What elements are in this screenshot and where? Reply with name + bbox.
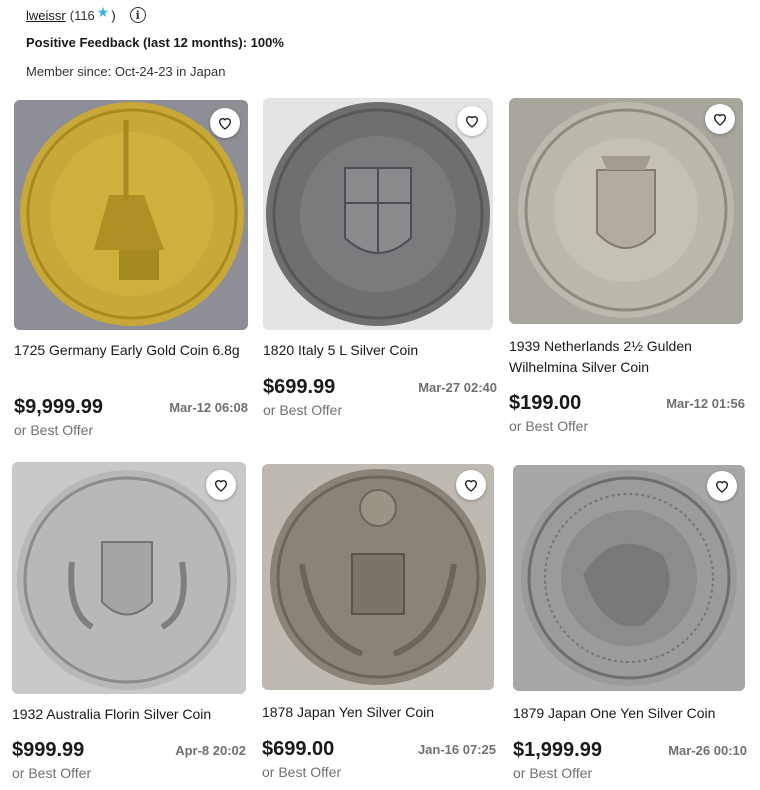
positive-feedback: Positive Feedback (last 12 months): 100% — [26, 35, 284, 50]
listing-image[interactable] — [513, 465, 745, 691]
listing-image[interactable] — [262, 464, 494, 690]
heart-icon — [465, 116, 479, 128]
listing-title[interactable]: 1939 Netherlands 2½ Gulden Wilhelmina Si… — [509, 336, 739, 378]
listing-price: $699.99 — [263, 376, 336, 398]
member-since: Member since: Oct-24-23 in Japan — [26, 64, 226, 79]
watch-heart-button[interactable] — [705, 104, 735, 134]
listing-card[interactable]: 1725 Germany Early Gold Coin 6.8g $9,999… — [14, 100, 250, 445]
listing-title[interactable]: 1932 Australia Florin Silver Coin — [12, 704, 242, 725]
best-offer-label: or Best Offer — [262, 764, 342, 780]
watch-heart-button[interactable] — [457, 106, 487, 136]
listing-time-left: Apr-8 20:02 — [175, 743, 246, 758]
listing-card[interactable]: 1879 Japan One Yen Silver Coin $1,999.99… — [513, 465, 749, 787]
coin-image-5 — [262, 464, 494, 690]
coin-image-1 — [14, 100, 248, 330]
best-offer-label: or Best Offer — [513, 765, 593, 781]
listing-price: $699.00 — [262, 738, 335, 760]
heart-icon — [715, 481, 729, 493]
listing-time-left: Jan-16 07:25 — [417, 742, 496, 757]
best-offer-label: or Best Offer — [12, 765, 92, 781]
listing-title[interactable]: 1879 Japan One Yen Silver Coin — [513, 703, 743, 724]
coin-image-3 — [509, 98, 743, 324]
listing-title[interactable]: 1820 Italy 5 L Silver Coin — [263, 340, 493, 361]
listing-price: $199.00 — [509, 392, 582, 414]
heart-icon — [214, 480, 228, 492]
listing-card[interactable]: 1932 Australia Florin Silver Coin $999.9… — [12, 462, 248, 787]
listing-price: $1,999.99 — [513, 739, 602, 761]
best-offer-label: or Best Offer — [263, 402, 343, 418]
best-offer-label: or Best Offer — [14, 422, 94, 438]
listing-time-left: Mar-12 06:08 — [169, 400, 248, 415]
listing-image[interactable] — [509, 98, 743, 324]
watch-heart-button[interactable] — [707, 471, 737, 501]
listing-price: $9,999.99 — [14, 396, 103, 418]
watch-heart-button[interactable] — [206, 470, 236, 500]
listing-title[interactable]: 1725 Germany Early Gold Coin 6.8g — [14, 340, 244, 361]
heart-icon — [464, 480, 478, 492]
watch-heart-button[interactable] — [456, 470, 486, 500]
seller-header: lweissr (116 ★ ) i — [26, 4, 726, 26]
coin-image-6 — [513, 465, 745, 691]
listing-card[interactable]: 1820 Italy 5 L Silver Coin $699.99 Mar-2… — [263, 98, 499, 423]
seller-name-link[interactable]: lweissr — [26, 8, 66, 23]
listing-time-left: Mar-12 01:56 — [666, 396, 745, 411]
feedback-score-close: ) — [111, 7, 116, 23]
listing-time-left: Mar-27 02:40 — [418, 380, 497, 395]
listing-image[interactable] — [263, 98, 493, 330]
heart-icon — [218, 118, 232, 130]
listing-card[interactable]: 1939 Netherlands 2½ Gulden Wilhelmina Si… — [509, 98, 745, 438]
listing-price: $999.99 — [12, 739, 85, 761]
listing-card[interactable]: 1878 Japan Yen Silver Coin $699.00 Jan-1… — [262, 464, 498, 786]
listing-title[interactable]: 1878 Japan Yen Silver Coin — [262, 702, 492, 723]
coin-image-2 — [263, 98, 493, 330]
watch-heart-button[interactable] — [210, 108, 240, 138]
listing-time-left: Mar-26 00:10 — [668, 743, 747, 758]
seller-info: lweissr (116 ★ ) i Positive Feedback (la… — [26, 4, 726, 80]
best-offer-label: or Best Offer — [509, 418, 589, 434]
listing-image[interactable] — [14, 100, 248, 330]
star-icon: ★ — [96, 3, 110, 20]
feedback-score-open: (116 — [69, 7, 95, 23]
heart-icon — [713, 114, 727, 126]
info-icon[interactable]: i — [129, 7, 146, 23]
